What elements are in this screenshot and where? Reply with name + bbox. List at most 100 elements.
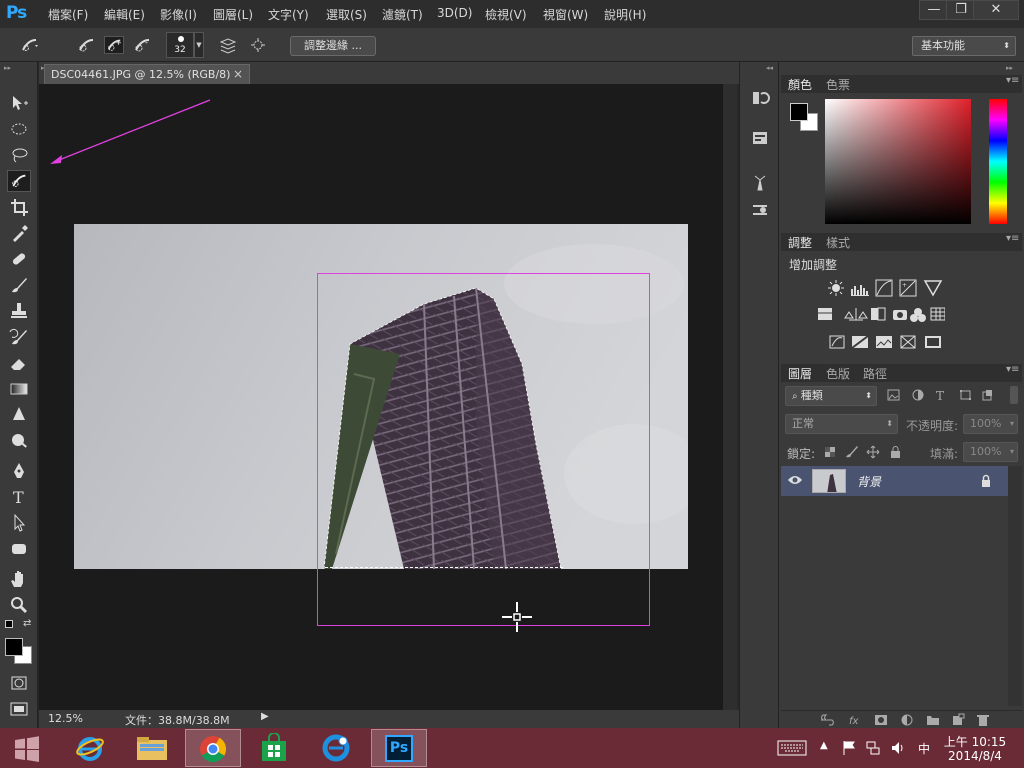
- tab-layers[interactable]: 圖層: [788, 365, 812, 382]
- menu-file[interactable]: 檔案(F): [48, 6, 88, 23]
- windows-start-icon[interactable]: [14, 736, 40, 762]
- taskbar-chrome[interactable]: [185, 729, 241, 767]
- brush-panel-icon[interactable]: [750, 172, 770, 192]
- opacity-field[interactable]: 100% ▾: [963, 414, 1018, 434]
- black-white-icon[interactable]: [871, 307, 886, 321]
- vibrance-icon[interactable]: [923, 280, 943, 297]
- new-selection-icon[interactable]: [76, 36, 96, 54]
- curves-icon[interactable]: [875, 279, 893, 297]
- lock-position-icon[interactable]: [866, 445, 880, 459]
- eye-icon[interactable]: [787, 474, 803, 486]
- history-panel-icon[interactable]: [750, 88, 770, 108]
- menu-3d[interactable]: 3D(D): [437, 6, 472, 20]
- brush-size-dropdown[interactable]: ▼: [194, 32, 204, 58]
- pixel-filter-icon[interactable]: [887, 389, 900, 401]
- foreground-color-swatch[interactable]: [5, 638, 23, 656]
- fx-icon[interactable]: fx: [849, 716, 859, 727]
- clock-date[interactable]: 2014/8/4: [940, 749, 1010, 763]
- panel-menu-icon[interactable]: ▾≡: [1006, 75, 1019, 86]
- restore-button[interactable]: ❐: [946, 0, 976, 20]
- layer-row[interactable]: 背景: [781, 466, 1008, 496]
- taskbar-browser[interactable]: [309, 729, 365, 767]
- ime-indicator[interactable]: 中: [918, 740, 930, 757]
- collapse-icon[interactable]: ▸▸: [4, 64, 11, 72]
- taskbar-photoshop[interactable]: Ps: [371, 729, 427, 767]
- taskbar-internet-explorer[interactable]: [62, 729, 118, 767]
- network-icon[interactable]: [865, 740, 881, 756]
- hand-tool-icon[interactable]: [7, 568, 31, 590]
- levels-icon[interactable]: [851, 285, 869, 296]
- document-tab[interactable]: DSC04461.JPG @ 12.5% (RGB/8) ×: [44, 64, 250, 84]
- quick-selection-preset-icon[interactable]: [20, 36, 40, 54]
- layer-filter-select[interactable]: ⌕ 種類 ⬍: [785, 386, 877, 406]
- collapse-panels-icon[interactable]: ▸▸: [1006, 64, 1013, 72]
- menu-edit[interactable]: 編輯(E): [104, 6, 145, 23]
- tab-channels[interactable]: 色版: [826, 365, 850, 382]
- menu-layer[interactable]: 圖層(L): [213, 6, 253, 23]
- new-adjustment-layer-icon[interactable]: [901, 714, 913, 726]
- show-hidden-icons-icon[interactable]: ▲: [820, 740, 828, 751]
- eraser-tool-icon[interactable]: [7, 352, 31, 374]
- crop-tool-icon[interactable]: [7, 196, 31, 218]
- blur-tool-icon[interactable]: [7, 404, 31, 426]
- type-filter-icon[interactable]: T: [936, 389, 944, 403]
- tab-color[interactable]: 顏色: [788, 76, 812, 93]
- taskbar-file-explorer[interactable]: [124, 729, 180, 767]
- properties-panel-icon[interactable]: [750, 128, 770, 148]
- rounded-rectangle-icon[interactable]: [7, 538, 31, 560]
- refine-edge-button[interactable]: 調整邊緣 ...: [290, 36, 376, 56]
- taskbar-store[interactable]: [247, 729, 303, 767]
- zoom-tool-icon[interactable]: [7, 594, 31, 616]
- color-balance-icon[interactable]: [844, 308, 868, 321]
- eyedropper-tool-icon[interactable]: [7, 222, 31, 244]
- menu-type[interactable]: 文字(Y): [268, 6, 309, 23]
- tab-styles[interactable]: 樣式: [826, 234, 850, 251]
- volume-icon[interactable]: [890, 740, 906, 756]
- action-center-flag-icon[interactable]: [842, 740, 856, 756]
- photo-filter-icon[interactable]: [893, 310, 907, 320]
- new-layer-icon[interactable]: [953, 713, 965, 725]
- type-tool-icon[interactable]: T: [7, 486, 31, 508]
- clock-time[interactable]: 上午 10:15: [940, 733, 1010, 750]
- add-to-selection-icon[interactable]: +: [104, 36, 124, 54]
- expand-panels-icon[interactable]: ◂◂: [766, 64, 773, 72]
- color-field[interactable]: [825, 99, 971, 224]
- vertical-scrollbar[interactable]: [723, 84, 737, 710]
- status-menu-arrow-icon[interactable]: ▶: [261, 711, 269, 722]
- subtract-from-selection-icon[interactable]: -: [132, 36, 152, 54]
- exposure-icon[interactable]: +: [899, 279, 917, 297]
- channel-mixer-icon[interactable]: [910, 308, 926, 322]
- tab-paths[interactable]: 路徑: [863, 365, 887, 382]
- layers-scrollbar[interactable]: [1008, 466, 1022, 706]
- add-mask-icon[interactable]: [875, 715, 887, 725]
- menu-view[interactable]: 檢視(V): [485, 6, 527, 23]
- lock-all-icon[interactable]: [891, 446, 900, 459]
- swap-colors-icon[interactable]: ⇄: [23, 618, 31, 629]
- zoom-level[interactable]: 12.5%: [48, 712, 83, 725]
- history-brush-icon[interactable]: [7, 326, 31, 348]
- quick-selection-tool-icon[interactable]: [7, 170, 31, 192]
- adjustment-filter-icon[interactable]: [912, 389, 924, 401]
- lock-pixels-icon[interactable]: [846, 446, 858, 458]
- dodge-tool-icon[interactable]: [7, 430, 31, 452]
- delete-layer-icon[interactable]: [977, 715, 989, 726]
- lock-transparent-icon[interactable]: [825, 447, 835, 457]
- shape-filter-icon[interactable]: [960, 390, 971, 400]
- link-layers-icon[interactable]: [821, 714, 834, 726]
- quick-mask-icon[interactable]: [7, 672, 31, 694]
- close-tab-icon[interactable]: ×: [233, 65, 243, 84]
- selective-color-icon[interactable]: [925, 336, 941, 348]
- fill-field[interactable]: 100% ▾: [963, 442, 1018, 462]
- hue-saturation-icon[interactable]: [818, 308, 832, 320]
- hue-slider[interactable]: [989, 99, 1007, 224]
- color-foreground-swatch[interactable]: [790, 103, 808, 121]
- minimize-button[interactable]: —: [919, 0, 949, 20]
- sample-all-layers-icon[interactable]: [218, 36, 238, 54]
- default-colors-icon[interactable]: [5, 620, 13, 628]
- path-selection-icon[interactable]: [7, 512, 31, 534]
- gradient-tool-icon[interactable]: [7, 378, 31, 400]
- smart-object-filter-icon[interactable]: [982, 390, 992, 401]
- elliptical-marquee-icon[interactable]: [7, 118, 31, 140]
- filter-toggle-switch[interactable]: [1010, 386, 1018, 404]
- posterize-icon[interactable]: [851, 335, 869, 349]
